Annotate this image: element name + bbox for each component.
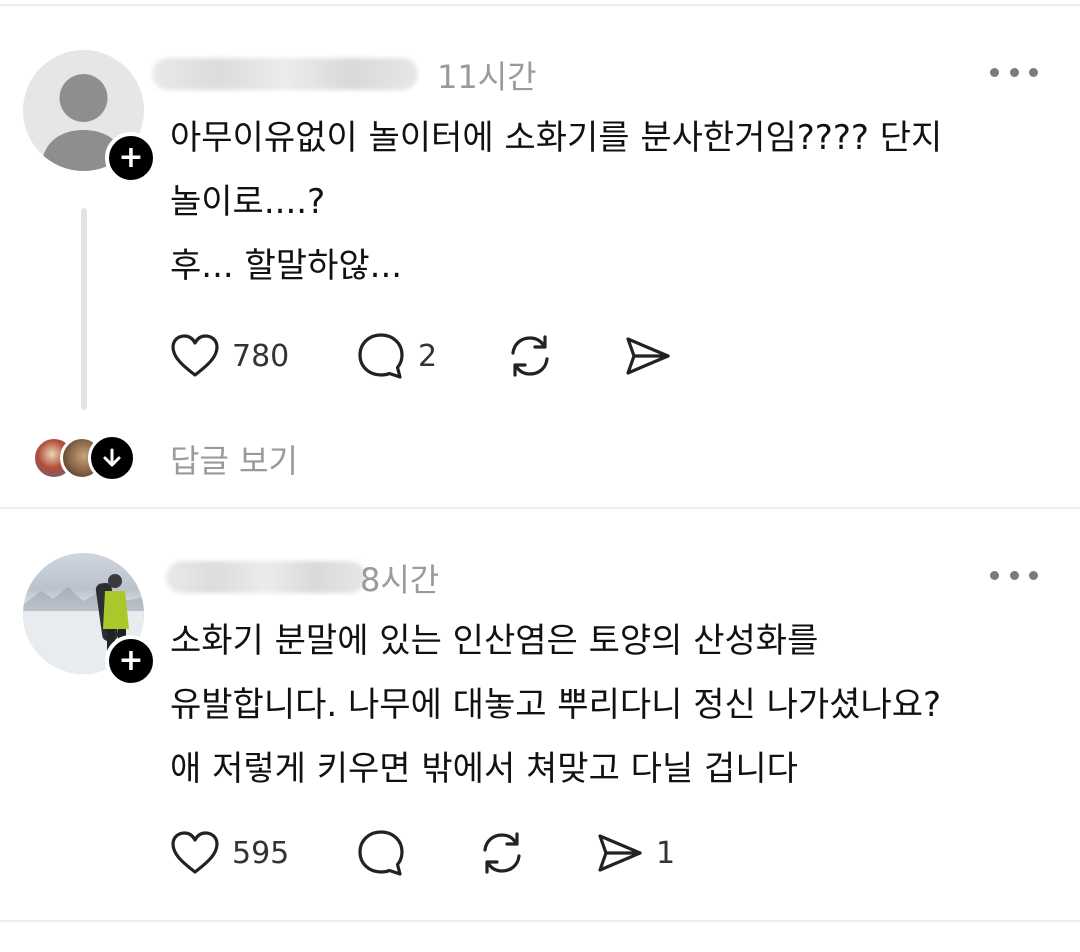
post-text-line: 놀이로....? <box>170 182 326 222</box>
heart-icon <box>171 334 219 377</box>
more-options-button[interactable] <box>990 64 1038 80</box>
username-redacted[interactable] <box>166 561 366 593</box>
more-dots-icon <box>990 570 999 580</box>
post-body: 소화기 분말에 있는 인산염은 토양의 산성화를 유발합니다. 나무에 대놓고 … <box>170 609 1050 801</box>
post-1-avatar[interactable]: + <box>23 50 157 184</box>
post-body: 아무이유없이 놀이터에 소화기를 분사한거임???? 단지 놀이로....? 후… <box>170 106 1050 298</box>
follow-button[interactable]: + <box>105 132 157 184</box>
plus-icon: + <box>118 643 144 678</box>
send-icon <box>598 834 642 872</box>
post-text-line: 소화기 분말에 있는 인산염은 토양의 산성화를 <box>170 621 819 661</box>
post-text-line: 아무이유없이 놀이터에 소화기를 분사한거임???? 단지 <box>170 118 943 158</box>
heart-icon <box>171 831 219 874</box>
comment-button[interactable] <box>356 828 406 878</box>
username-redacted[interactable] <box>152 58 418 90</box>
like-count: 780 <box>232 338 290 374</box>
comment-bubble-icon <box>358 830 404 876</box>
comment-button[interactable]: 2 <box>356 331 437 381</box>
share-button[interactable] <box>622 331 672 381</box>
like-count: 595 <box>232 835 290 871</box>
arrow-down-icon <box>103 448 121 467</box>
thread-line <box>81 208 87 410</box>
repost-button[interactable] <box>505 331 555 381</box>
plus-icon: + <box>118 140 144 175</box>
post-text-line: 애 저렇게 키우면 밖에서 쳐맞고 다닐 겁니다 <box>170 749 798 789</box>
post-2-avatar[interactable]: + <box>23 553 157 687</box>
expand-replies-button[interactable] <box>88 434 136 482</box>
post-timestamp: 8시간 <box>360 561 440 599</box>
share-count: 1 <box>656 835 676 871</box>
like-button[interactable]: 780 <box>170 331 289 381</box>
comment-count: 2 <box>418 338 438 374</box>
post-1: + 11시간 아무이유없이 놀이터에 소화기를 분사한거임???? 단지 놀이로… <box>0 0 1080 505</box>
like-button[interactable]: 595 <box>170 828 289 878</box>
post-timestamp: 11시간 <box>437 58 537 96</box>
more-dots-icon <box>990 67 999 77</box>
post-text-line: 유발합니다. 나무에 대놓고 뿌리다니 정신 나가셨나요? <box>170 685 942 725</box>
repost-icon <box>483 832 521 874</box>
bottom-divider <box>0 920 1080 922</box>
post-actions: 595 1 <box>170 828 690 878</box>
send-icon <box>626 337 670 375</box>
post-2: + 8시간 소화기 분말에 있는 인산염은 토양의 산성화를 유발합니다. 나무… <box>0 509 1080 924</box>
share-button[interactable]: 1 <box>594 828 675 878</box>
comment-bubble-icon <box>358 333 404 379</box>
repost-button[interactable] <box>477 828 527 878</box>
repost-icon <box>511 335 549 377</box>
more-options-button[interactable] <box>990 567 1038 583</box>
post-text-line: 후... 할말하않... <box>170 246 403 286</box>
view-replies-link[interactable]: 답글 보기 <box>170 436 298 482</box>
post-actions: 780 2 <box>170 331 690 381</box>
follow-button[interactable]: + <box>105 635 157 687</box>
reply-avatars[interactable] <box>32 434 142 484</box>
